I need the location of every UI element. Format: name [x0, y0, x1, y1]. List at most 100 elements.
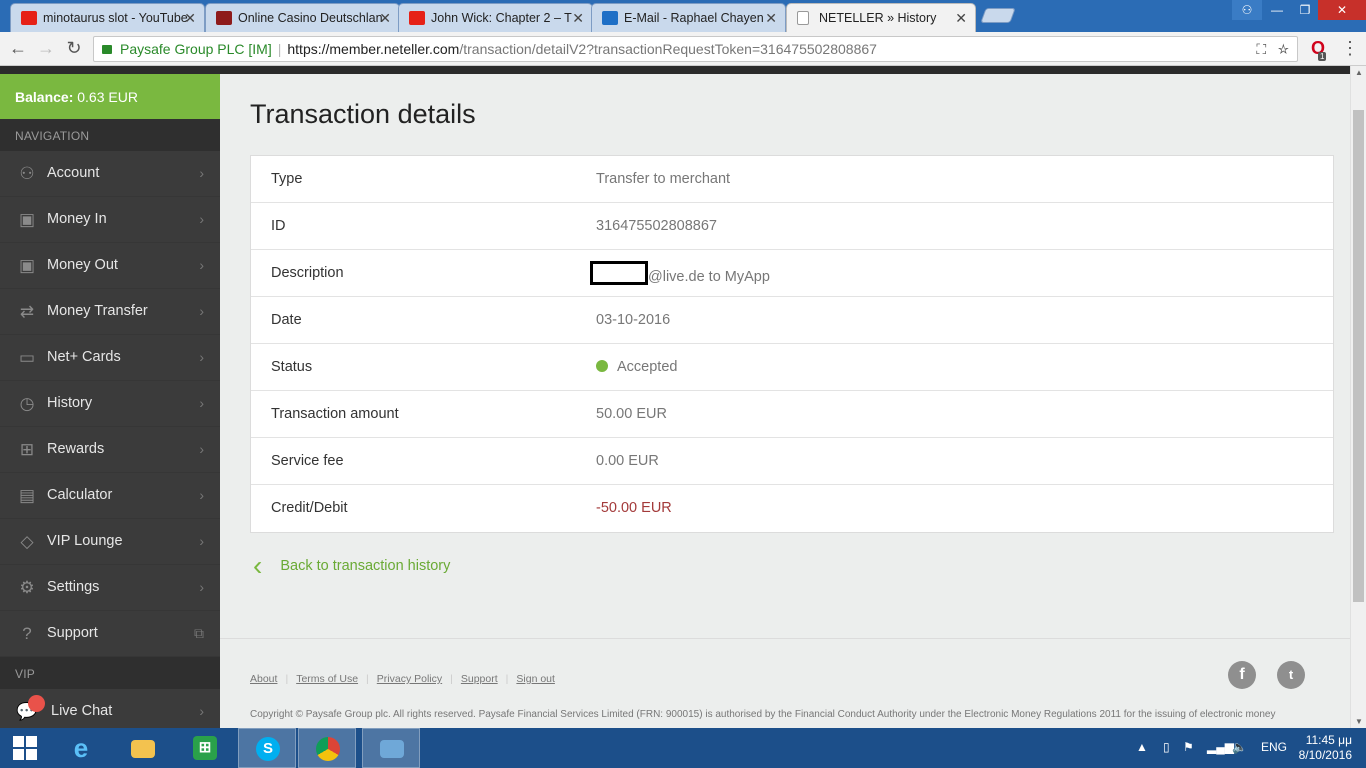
sidebar-item-label: Calculator — [47, 487, 113, 503]
windows-logo-icon — [13, 736, 37, 760]
browser-tab[interactable]: John Wick: Chapter 2 – T ✕ — [398, 3, 593, 32]
footer-link-terms[interactable]: Terms of Use — [296, 673, 358, 685]
tab-label: E-Mail - Raphael Chayen — [624, 11, 764, 25]
restore-button[interactable]: ❐ — [1290, 0, 1320, 20]
profile-icon[interactable]: ⚇ — [1232, 0, 1262, 20]
volume-icon[interactable]: 🔈 — [1232, 740, 1247, 754]
browser-tab[interactable]: minotaurus slot - YouTube ✕ — [10, 3, 205, 32]
address-bar[interactable]: Paysafe Group PLC [IM] | https://member.ne… — [93, 36, 1298, 62]
minimize-button[interactable]: — — [1262, 0, 1292, 20]
sidebar-item-money-out[interactable]: ▣ Money Out › — [0, 243, 220, 289]
system-clock[interactable]: 11:45 μμ 8/10/2016 — [1299, 733, 1352, 763]
sidebar-item-money-in[interactable]: ▣ Money In › — [0, 197, 220, 243]
photos-button[interactable] — [362, 728, 420, 768]
detail-row-description: Description @live.de to MyApp — [251, 250, 1333, 297]
browser-tab[interactable]: Online Casino Deutschland ✕ — [205, 3, 400, 32]
forward-arrow-icon[interactable]: → — [36, 38, 56, 58]
outlook-icon — [602, 11, 618, 25]
page-scrollbar[interactable]: ▲ ▼ — [1350, 66, 1366, 728]
new-tab-button[interactable] — [980, 8, 1016, 23]
detail-key: Transaction amount — [271, 406, 399, 422]
extension-badge: 1 — [1318, 52, 1327, 61]
youtube-icon — [21, 11, 37, 25]
chevron-right-icon: › — [199, 165, 204, 181]
wifi-signal-icon[interactable]: ▂▄▆ — [1207, 740, 1234, 754]
calculator-icon: ▤ — [18, 486, 36, 505]
chevron-right-icon: › — [199, 533, 204, 549]
chevron-right-icon: › — [199, 349, 204, 365]
show-hidden-icons-icon[interactable]: ▲ — [1136, 740, 1148, 754]
sidebar-item-money-transfer[interactable]: ⇄ Money Transfer › — [0, 289, 220, 335]
bookmark-star-icon[interactable]: ☆ — [1278, 41, 1289, 57]
balance-label: Balance: — [15, 89, 74, 105]
internet-explorer-button[interactable]: e — [52, 728, 110, 768]
close-tab-icon[interactable]: ✕ — [184, 10, 196, 27]
sidebar-item-label: Live Chat — [51, 703, 113, 719]
language-indicator[interactable]: ENG — [1261, 740, 1287, 754]
chevron-right-icon: › — [199, 257, 204, 273]
facebook-icon[interactable]: f — [1228, 661, 1256, 689]
url-host: https://member.neteller.com — [287, 41, 460, 57]
sidebar: Balance: 0.63 EUR NAVIGATION ⚇ Account ›… — [0, 74, 220, 728]
clock-icon: ◷ — [19, 394, 35, 413]
status-badge: Accepted — [617, 359, 678, 375]
chrome-icon — [316, 737, 340, 761]
sidebar-item-settings[interactable]: ⚙ Settings › — [0, 565, 220, 611]
sidebar-item-vip-lounge[interactable]: ◇ VIP Lounge › — [0, 519, 220, 565]
back-arrow-icon[interactable]: ← — [8, 38, 28, 58]
menu-icon[interactable]: ⋮ — [1340, 38, 1360, 58]
secure-origin-label: Paysafe Group PLC [IM] — [120, 41, 272, 57]
balance-bar: Balance: 0.63 EUR — [0, 74, 220, 119]
close-tab-icon[interactable]: ✕ — [572, 10, 584, 27]
close-tab-icon[interactable]: ✕ — [765, 10, 777, 27]
help-icon: ? — [22, 624, 32, 643]
chrome-button[interactable] — [298, 728, 356, 768]
start-button[interactable] — [0, 728, 58, 768]
sidebar-item-calculator[interactable]: ▤ Calculator › — [0, 473, 220, 519]
sidebar-item-label: Net+ Cards — [47, 349, 121, 365]
diamond-icon: ◇ — [20, 532, 34, 551]
scrollbar-thumb[interactable] — [1353, 110, 1364, 602]
twitter-icon[interactable]: t — [1277, 661, 1305, 689]
footer-link-sign-out[interactable]: Sign out — [516, 673, 555, 685]
sidebar-item-net-cards[interactable]: ▭ Net+ Cards › — [0, 335, 220, 381]
sidebar-item-label: Settings — [47, 579, 100, 595]
sidebar-item-history[interactable]: ◷ History › — [0, 381, 220, 427]
detail-value-wrap: Accepted — [596, 359, 677, 375]
internet-explorer-icon: e — [73, 733, 89, 763]
scroll-down-icon[interactable]: ▼ — [1355, 717, 1363, 726]
browser-tab[interactable]: E-Mail - Raphael Chayen ✕ — [591, 3, 786, 32]
sidebar-item-account[interactable]: ⚇ Account › — [0, 151, 220, 197]
phone-icon[interactable]: ▯ — [1163, 740, 1170, 754]
translate-icon[interactable]: ⛶ — [1256, 41, 1266, 57]
chevron-right-icon: › — [199, 487, 204, 503]
skype-button[interactable]: S — [238, 728, 296, 768]
detail-row-amount: Transaction amount 50.00 EUR — [251, 391, 1333, 438]
navigation-heading: NAVIGATION — [0, 119, 220, 151]
chevron-right-icon: › — [199, 441, 204, 457]
chevron-right-icon: › — [199, 395, 204, 411]
close-tab-icon[interactable]: ✕ — [955, 10, 967, 27]
store-button[interactable]: ⊞ — [176, 728, 234, 768]
store-icon: ⊞ — [193, 736, 217, 760]
footer: About | Terms of Use | Privacy Policy | Suppor… — [220, 638, 1350, 728]
close-tab-icon[interactable]: ✕ — [379, 10, 391, 27]
detail-key: Type — [271, 171, 303, 187]
sidebar-item-label: Rewards — [47, 441, 105, 457]
footer-link-about[interactable]: About — [250, 673, 277, 685]
sidebar-item-rewards[interactable]: ⊞ Rewards › — [0, 427, 220, 473]
close-window-button[interactable]: ✕ — [1318, 0, 1366, 20]
flag-icon[interactable]: ⚑ — [1183, 740, 1194, 754]
photos-icon — [380, 740, 404, 758]
reload-icon[interactable]: ↻ — [64, 38, 84, 58]
browser-tab-active[interactable]: NETELLER » History ✕ — [786, 3, 976, 32]
scroll-up-icon[interactable]: ▲ — [1355, 68, 1363, 77]
sidebar-item-support[interactable]: ? Support ⧉ — [0, 611, 220, 657]
file-explorer-button[interactable] — [114, 728, 172, 768]
footer-link-privacy[interactable]: Privacy Policy — [377, 673, 442, 685]
back-to-history-link[interactable]: ‹ Back to transaction history — [253, 552, 450, 580]
footer-link-support[interactable]: Support — [461, 673, 498, 685]
chevron-right-icon: › — [199, 703, 204, 719]
sidebar-item-label: Account — [47, 165, 100, 181]
sidebar-item-live-chat[interactable]: 💬 Live Chat › — [0, 689, 220, 728]
